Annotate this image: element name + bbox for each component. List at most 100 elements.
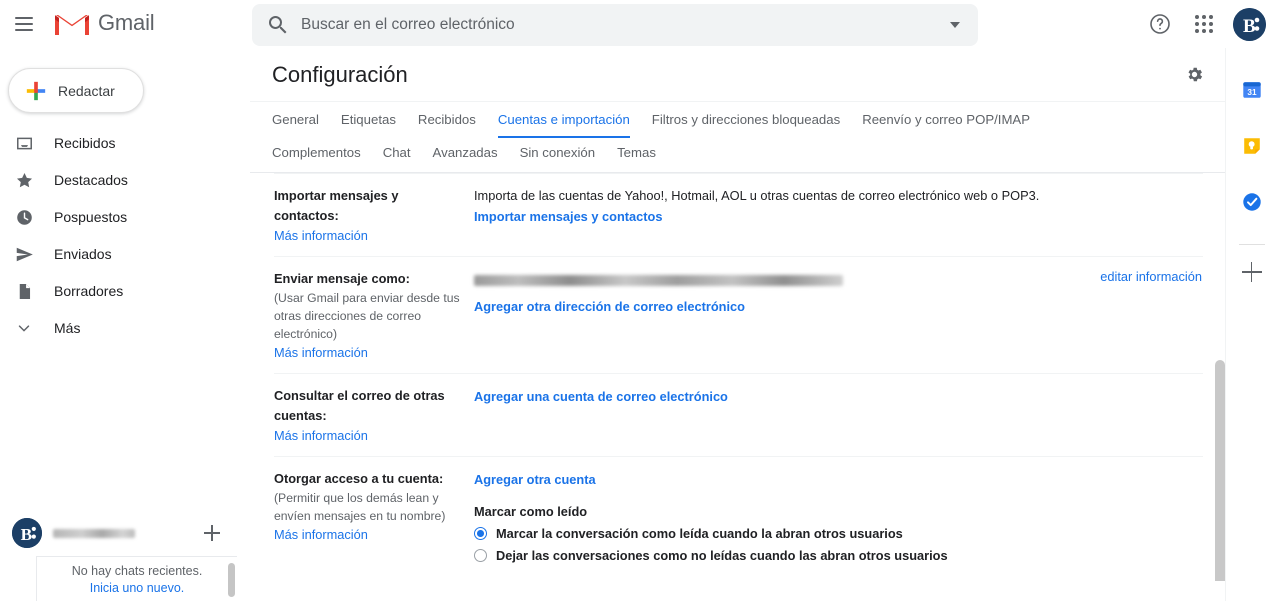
sidebar-item-enviados[interactable]: Enviados	[0, 238, 250, 270]
avatar[interactable]: B	[1227, 2, 1271, 46]
tab-reenvio-y-correo-pop-imap[interactable]: Reenvío y correo POP/IMAP	[862, 102, 1030, 138]
radio-option-leave-unread[interactable]: Dejar las conversaciones como no leídas …	[474, 548, 1203, 563]
compose-label: Redactar	[58, 82, 115, 99]
tab-recibidos[interactable]: Recibidos	[418, 102, 476, 138]
sidebar: Redactar Recibidos Destacados Pospuestos…	[0, 48, 250, 601]
chat-empty-text: No hay chats recientes.	[71, 564, 203, 578]
sidebar-item-label: Borradores	[54, 283, 124, 299]
send-as-address-redacted	[474, 275, 843, 286]
radio-label: Marcar la conversación como leída cuando…	[496, 526, 903, 541]
side-panel-add-icon[interactable]	[1239, 259, 1265, 285]
row-consultar-correo: Consultar el correo de otras cuentas: Má…	[274, 374, 1203, 456]
tab-complementos[interactable]: Complementos	[272, 138, 361, 172]
page-title: Configuración	[272, 61, 408, 87]
sidebar-item-label: Enviados	[54, 246, 112, 262]
settings-tabs-row-1: General Etiquetas Recibidos Cuentas e im…	[272, 102, 1205, 138]
settings-panel: Configuración General Etiquetas Recibido…	[250, 48, 1227, 601]
gear-icon[interactable]	[1179, 59, 1209, 89]
search-bar[interactable]	[252, 4, 978, 46]
sidebar-item-borradores[interactable]: Borradores	[0, 275, 250, 307]
more-info-link[interactable]: Más información	[274, 226, 368, 246]
more-info-link[interactable]: Más información	[274, 426, 368, 446]
chat-empty-panel: No hay chats recientes. Inicia uno nuevo…	[36, 556, 237, 601]
row-subtitle: (Permitir que los demás lean y envíen me…	[274, 491, 446, 523]
chevron-down-icon	[950, 22, 960, 28]
content-scrollbar[interactable]	[1215, 360, 1225, 581]
sidebar-nav-list: Recibidos Destacados Pospuestos Enviados	[0, 127, 250, 344]
hamburger-icon[interactable]	[4, 4, 44, 44]
sidebar-item-label: Destacados	[54, 172, 128, 188]
row-label: Consultar el correo de otras cuentas: Má…	[274, 386, 474, 446]
sidebar-item-label: Más	[54, 320, 81, 336]
inbox-icon	[14, 133, 34, 153]
keep-icon[interactable]	[1232, 126, 1272, 166]
add-mail-account-link[interactable]: Agregar una cuenta de correo electrónico	[474, 386, 728, 407]
settings-tabs-row-2: Complementos Chat Avanzadas Sin conexión…	[272, 138, 1205, 172]
row-title: Otorgar acceso a tu cuenta:	[274, 471, 444, 486]
top-bar-actions: B	[1139, 0, 1271, 48]
row-content: Importa de las cuentas de Yahoo!, Hotmai…	[474, 186, 1203, 246]
send-icon	[14, 244, 34, 264]
sidebar-item-mas[interactable]: Más	[0, 312, 250, 344]
tab-avanzadas[interactable]: Avanzadas	[433, 138, 498, 172]
tab-etiquetas[interactable]: Etiquetas	[341, 102, 396, 138]
chat-add-icon[interactable]	[200, 521, 224, 545]
settings-tabs: General Etiquetas Recibidos Cuentas e im…	[250, 102, 1227, 172]
search-input[interactable]	[301, 16, 938, 34]
top-bar: Gmail Buscar en el correo electrónico B	[0, 0, 1277, 48]
row-label: Enviar mensaje como: (Usar Gmail para en…	[274, 269, 474, 363]
add-another-email-link[interactable]: Agregar otra dirección de correo electró…	[474, 296, 745, 317]
chat-avatar: B	[12, 518, 42, 548]
chat-dock: B No hay chats recientes. Inicia uno nue…	[0, 510, 250, 601]
radio-option-mark-read[interactable]: Marcar la conversación como leída cuando…	[474, 526, 1203, 541]
help-circle-icon[interactable]	[1139, 3, 1181, 45]
row-label: Otorgar acceso a tu cuenta: (Permitir qu…	[274, 469, 474, 563]
star-icon	[14, 170, 34, 190]
radio-icon-unselected[interactable]	[474, 549, 487, 562]
svg-text:B: B	[1243, 16, 1256, 37]
sidebar-item-label: Recibidos	[54, 135, 116, 151]
settings-content-inner: Importar mensajes y contactos: Más infor…	[250, 173, 1227, 573]
search-options-button[interactable]	[938, 8, 972, 42]
sidebar-item-destacados[interactable]: Destacados	[0, 164, 250, 196]
tab-cuentas-e-importacion[interactable]: Cuentas e importación	[497, 102, 630, 138]
apps-grid-icon[interactable]	[1183, 3, 1225, 45]
calendar-icon[interactable]: 31	[1232, 70, 1272, 110]
plus-icon	[26, 81, 46, 100]
edit-info-link[interactable]: editar información	[1100, 269, 1202, 284]
more-info-link[interactable]: Más información	[274, 525, 368, 545]
tab-temas[interactable]: Temas	[617, 138, 656, 172]
import-messages-link[interactable]: Importar mensajes y contactos	[474, 206, 662, 227]
radio-icon-selected[interactable]	[474, 527, 487, 540]
settings-content: Importar mensajes y contactos: Más infor…	[250, 173, 1227, 581]
row-label: Importar mensajes y contactos: Más infor…	[274, 186, 474, 246]
chat-user-row[interactable]: B	[0, 510, 250, 556]
gmail-logo-icon	[54, 15, 90, 36]
row-otorgar-acceso: Otorgar acceso a tu cuenta: (Permitir qu…	[274, 457, 1203, 573]
row-title: Importar mensajes y contactos:	[274, 188, 399, 223]
settings-header: Configuración	[250, 48, 1227, 102]
gmail-brand[interactable]: Gmail	[52, 9, 155, 39]
chat-start-link[interactable]: Inicia uno nuevo.	[37, 580, 237, 597]
sidebar-item-label: Pospuestos	[54, 209, 128, 225]
tab-sin-conexion[interactable]: Sin conexión	[520, 138, 596, 172]
add-another-account-link[interactable]: Agregar otra cuenta	[474, 469, 596, 490]
chat-scrollbar[interactable]	[228, 563, 235, 597]
row-title: Enviar mensaje como:	[274, 271, 410, 286]
tab-general[interactable]: General	[272, 102, 319, 138]
svg-text:B: B	[21, 525, 33, 544]
row-enviar-mensaje-como: Enviar mensaje como: (Usar Gmail para en…	[274, 257, 1203, 373]
more-info-link[interactable]: Más información	[274, 343, 368, 363]
tasks-icon[interactable]	[1232, 182, 1272, 222]
side-panel: 31	[1225, 48, 1277, 601]
brand-label: Gmail	[98, 10, 155, 35]
tab-filtros-y-direcciones-bloqueadas[interactable]: Filtros y direcciones bloqueadas	[652, 102, 840, 138]
tab-chat[interactable]: Chat	[383, 138, 411, 172]
sidebar-item-recibidos[interactable]: Recibidos	[0, 127, 250, 159]
sidebar-item-pospuestos[interactable]: Pospuestos	[0, 201, 250, 233]
row-subtitle: (Usar Gmail para enviar desde tus otras …	[274, 291, 460, 341]
svg-text:31: 31	[1247, 88, 1257, 97]
side-panel-divider	[1238, 244, 1265, 245]
compose-button[interactable]: Redactar	[8, 68, 144, 113]
row-content: editar información Agregar otra direcció…	[474, 269, 1203, 363]
